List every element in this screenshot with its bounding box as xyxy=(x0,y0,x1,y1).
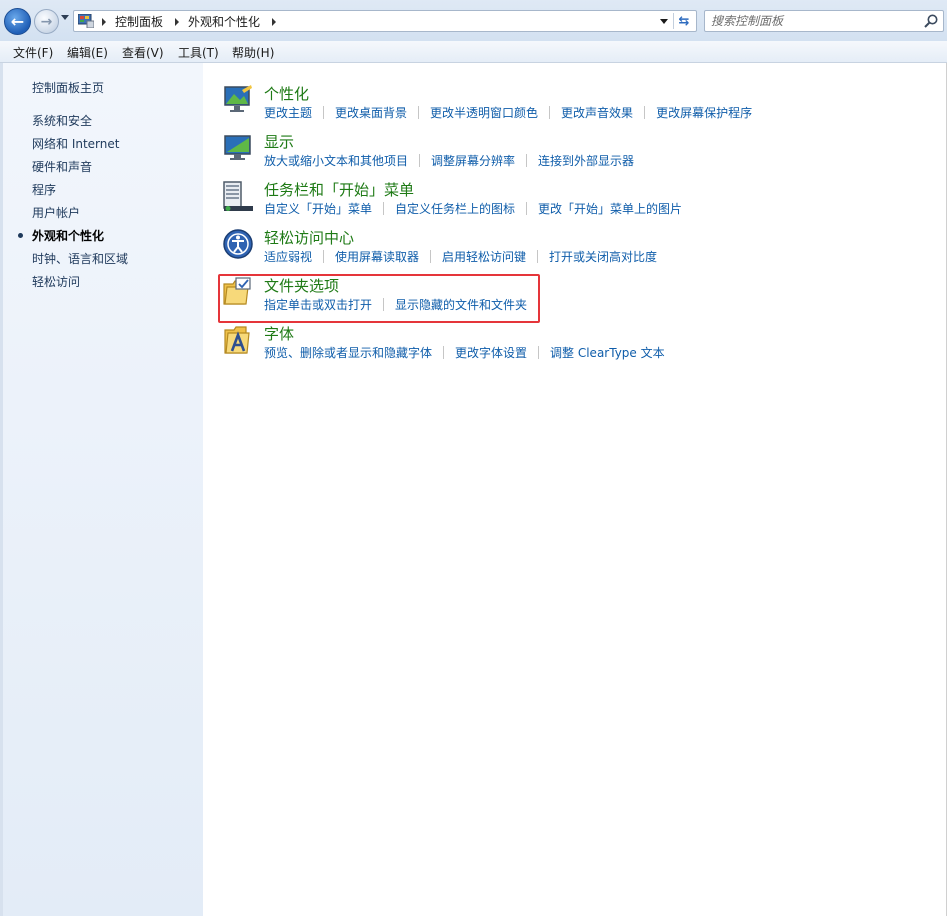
link-separator xyxy=(383,298,385,311)
refresh-icon[interactable]: ⇆ xyxy=(675,12,693,30)
fonts-icon[interactable] xyxy=(222,324,254,356)
link-change-start-menu-picture[interactable]: 更改「开始」菜单上的图片 xyxy=(538,200,682,217)
link-separator xyxy=(383,202,385,215)
link-change-font-settings[interactable]: 更改字体设置 xyxy=(455,344,527,361)
search-box[interactable] xyxy=(704,10,944,32)
link-separator xyxy=(538,346,540,359)
sidebar-item-system-security[interactable]: 系统和安全 xyxy=(32,112,92,129)
link-separator xyxy=(430,250,432,263)
menu-tools[interactable]: 工具(T) xyxy=(178,44,219,61)
link-zoom-text[interactable]: 放大或缩小文本和其他项目 xyxy=(264,152,408,169)
address-dropdown-icon[interactable] xyxy=(660,19,668,24)
link-separator xyxy=(526,154,528,167)
menu-help[interactable]: 帮助(H) xyxy=(232,44,274,61)
category-title-personalization[interactable]: 个性化 xyxy=(264,83,309,104)
link-screen-reader[interactable]: 使用屏幕读取器 xyxy=(335,248,419,265)
menu-file[interactable]: 文件(F) xyxy=(13,44,53,61)
link-separator xyxy=(418,106,420,119)
address-separator xyxy=(673,13,674,29)
control-panel-icon xyxy=(78,14,94,28)
menu-view[interactable]: 查看(V) xyxy=(122,44,164,61)
link-change-window-color[interactable]: 更改半透明窗口颜色 xyxy=(430,104,538,121)
link-change-sound-effects[interactable]: 更改声音效果 xyxy=(561,104,633,121)
category-links-fonts: 预览、删除或者显示和隐藏字体 更改字体设置 调整 ClearType 文本 xyxy=(264,344,665,361)
breadcrumb-appearance[interactable]: 外观和个性化 xyxy=(188,13,260,30)
menu-edit[interactable]: 编辑(E) xyxy=(67,44,108,61)
sidebar-item-programs[interactable]: 程序 xyxy=(32,181,56,198)
folder-options-icon[interactable] xyxy=(222,276,254,308)
address-bar[interactable]: 控制面板 外观和个性化 ⇆ xyxy=(73,10,697,32)
category-links-taskbar: 自定义「开始」菜单 自定义任务栏上的图标 更改「开始」菜单上的图片 xyxy=(264,200,682,217)
forward-arrow-icon[interactable]: → xyxy=(34,9,59,34)
link-preview-fonts[interactable]: 预览、删除或者显示和隐藏字体 xyxy=(264,344,432,361)
category-title-taskbar[interactable]: 任务栏和「开始」菜单 xyxy=(264,179,414,200)
link-change-theme[interactable]: 更改主题 xyxy=(264,104,312,121)
link-separator xyxy=(323,250,325,263)
sidebar: 控制面板主页 系统和安全 网络和 Internet 硬件和声音 程序 用户帐户 … xyxy=(0,63,203,916)
category-links-folder-options: 指定单击或双击打开 显示隐藏的文件和文件夹 xyxy=(264,296,527,313)
link-customize-start-menu[interactable]: 自定义「开始」菜单 xyxy=(264,200,372,217)
link-single-double-click[interactable]: 指定单击或双击打开 xyxy=(264,296,372,313)
sidebar-item-hardware-sound[interactable]: 硬件和声音 xyxy=(32,158,92,175)
link-separator xyxy=(323,106,325,119)
link-connect-external-display[interactable]: 连接到外部显示器 xyxy=(538,152,634,169)
category-links-personalization: 更改主题 更改桌面背景 更改半透明窗口颜色 更改声音效果 更改屏幕保护程序 xyxy=(264,104,752,121)
category-links-ease-of-access: 适应弱视 使用屏幕读取器 启用轻松访问键 打开或关闭高对比度 xyxy=(264,248,657,265)
sidebar-item-clock-language-region[interactable]: 时钟、语言和区域 xyxy=(32,250,128,267)
sidebar-item-appearance[interactable]: 外观和个性化 xyxy=(32,227,104,244)
search-icon[interactable] xyxy=(923,13,939,29)
address-toolbar: ← → 控制面板 外观和个性化 ⇆ xyxy=(0,0,947,41)
link-separator xyxy=(526,202,528,215)
category-title-folder-options[interactable]: 文件夹选项 xyxy=(264,275,339,296)
active-bullet-icon xyxy=(18,233,23,238)
link-adjust-cleartype[interactable]: 调整 ClearType 文本 xyxy=(550,344,665,361)
link-low-vision[interactable]: 适应弱视 xyxy=(264,248,312,265)
recent-pages-dropdown[interactable] xyxy=(61,15,69,20)
link-show-hidden-files[interactable]: 显示隐藏的文件和文件夹 xyxy=(395,296,527,313)
link-separator xyxy=(644,106,646,119)
category-title-ease-of-access[interactable]: 轻松访问中心 xyxy=(264,227,354,248)
taskbar-start-menu-icon[interactable] xyxy=(222,180,254,212)
link-high-contrast[interactable]: 打开或关闭高对比度 xyxy=(549,248,657,265)
sidebar-item-ease-of-access[interactable]: 轻松访问 xyxy=(32,273,80,290)
ease-of-access-icon[interactable] xyxy=(222,228,254,260)
breadcrumb-chevron-icon[interactable] xyxy=(175,18,179,26)
link-separator xyxy=(419,154,421,167)
category-links-display: 放大或缩小文本和其他项目 调整屏幕分辨率 连接到外部显示器 xyxy=(264,152,634,169)
link-accessibility-keys[interactable]: 启用轻松访问键 xyxy=(442,248,526,265)
breadcrumb-chevron-icon[interactable] xyxy=(272,18,276,26)
link-change-desktop-background[interactable]: 更改桌面背景 xyxy=(335,104,407,121)
menu-bar: 文件(F) 编辑(E) 查看(V) 工具(T) 帮助(H) xyxy=(0,41,947,63)
main-content: 个性化 更改主题 更改桌面背景 更改半透明窗口颜色 更改声音效果 更改屏幕保护程… xyxy=(203,63,947,916)
category-title-fonts[interactable]: 字体 xyxy=(264,323,294,344)
sidebar-item-network-internet[interactable]: 网络和 Internet xyxy=(32,135,119,152)
breadcrumb-control-panel[interactable]: 控制面板 xyxy=(115,13,163,30)
link-adjust-resolution[interactable]: 调整屏幕分辨率 xyxy=(431,152,515,169)
personalization-icon[interactable] xyxy=(222,84,254,116)
display-icon[interactable] xyxy=(222,132,254,164)
sidebar-home-link[interactable]: 控制面板主页 xyxy=(32,79,104,96)
sidebar-item-user-accounts[interactable]: 用户帐户 xyxy=(32,204,80,221)
search-input[interactable] xyxy=(711,13,911,29)
link-customize-taskbar-icons[interactable]: 自定义任务栏上的图标 xyxy=(395,200,515,217)
link-separator xyxy=(537,250,539,263)
link-separator xyxy=(443,346,445,359)
link-change-screensaver[interactable]: 更改屏幕保护程序 xyxy=(656,104,752,121)
breadcrumb-chevron-icon[interactable] xyxy=(102,18,106,26)
back-arrow-icon[interactable]: ← xyxy=(4,8,31,35)
category-title-display[interactable]: 显示 xyxy=(264,131,294,152)
link-separator xyxy=(549,106,551,119)
